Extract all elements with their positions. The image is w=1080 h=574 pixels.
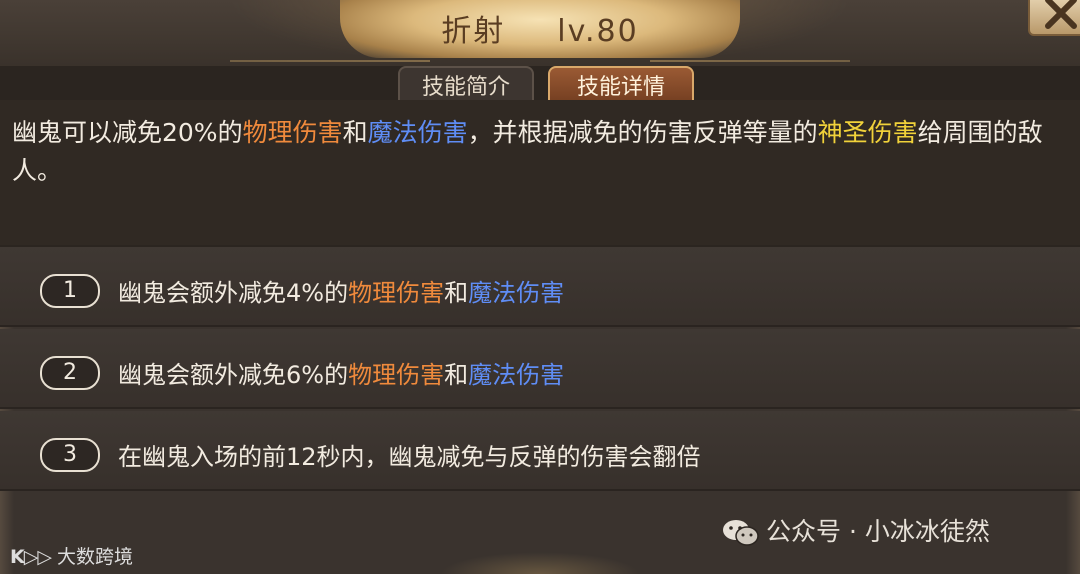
desc-text-2: ，并根据减免的伤害反弹等量的	[467, 118, 818, 147]
upgrade-number-badge: 2	[40, 356, 100, 390]
keyword-magic-damage: 魔法伤害	[468, 279, 565, 307]
upgrade-text: 在幽鬼入场的前12秒内，幽鬼减免与反弹的伤害会翻倍	[118, 443, 701, 471]
watermark-brand: K▷▷ 大数跨境	[10, 542, 133, 569]
skill-description-panel: 幽鬼可以减免20%的物理伤害和魔法伤害，并根据减免的伤害反弹等量的神圣伤害给周围…	[0, 100, 1080, 245]
keyword-holy-damage: 神圣伤害	[817, 118, 918, 147]
close-icon	[1045, 0, 1077, 29]
footer-ornament	[440, 552, 640, 574]
desc-text-and: 和	[342, 118, 368, 147]
skill-name: 折射	[441, 14, 506, 49]
desc-text-1: 幽鬼可以减免20%的	[12, 118, 243, 147]
watermark-text: 公众号 · 小冰冰徒然	[766, 517, 990, 546]
skill-description: 幽鬼可以减免20%的物理伤害和魔法伤害，并根据减免的伤害反弹等量的神圣伤害给周围…	[12, 114, 1072, 190]
upgrade-number-badge: 1	[40, 274, 100, 308]
upgrade-text-and: 和	[444, 361, 469, 389]
upgrade-row: 3 在幽鬼入场的前12秒内，幽鬼减免与反弹的伤害会翻倍	[0, 411, 1080, 491]
upgrade-text-prefix: 幽鬼会额外减免6%的	[118, 361, 349, 389]
wechat-icon	[723, 520, 759, 546]
upgrade-row: 2 幽鬼会额外减免6%的物理伤害和魔法伤害	[0, 329, 1080, 409]
keyword-physical-damage: 物理伤害	[348, 361, 445, 389]
skill-level: lv.80	[557, 14, 639, 49]
brand-logo: K▷▷	[10, 546, 52, 568]
close-button[interactable]	[1028, 0, 1080, 36]
upgrade-text: 幽鬼会额外减免6%的物理伤害和魔法伤害	[118, 355, 564, 390]
upgrade-text: 幽鬼会额外减免4%的物理伤害和魔法伤害	[118, 273, 564, 308]
upgrade-text-and: 和	[444, 279, 469, 307]
keyword-magic-damage: 魔法伤害	[468, 361, 565, 389]
skill-title: 折射 lv.80	[340, 6, 740, 50]
skill-header: 折射 lv.80	[0, 0, 1080, 66]
watermark-wechat: 公众号 · 小冰冰徒然	[722, 512, 990, 546]
keyword-magic-damage: 魔法伤害	[367, 118, 468, 147]
upgrade-text-prefix: 幽鬼会额外减免4%的	[118, 279, 349, 307]
upgrade-number-badge: 3	[40, 438, 100, 472]
upgrade-row: 1 幽鬼会额外减免4%的物理伤害和魔法伤害	[0, 247, 1080, 327]
brand-text: 大数跨境	[56, 546, 133, 568]
keyword-physical-damage: 物理伤害	[242, 118, 343, 147]
keyword-physical-damage: 物理伤害	[348, 279, 445, 307]
